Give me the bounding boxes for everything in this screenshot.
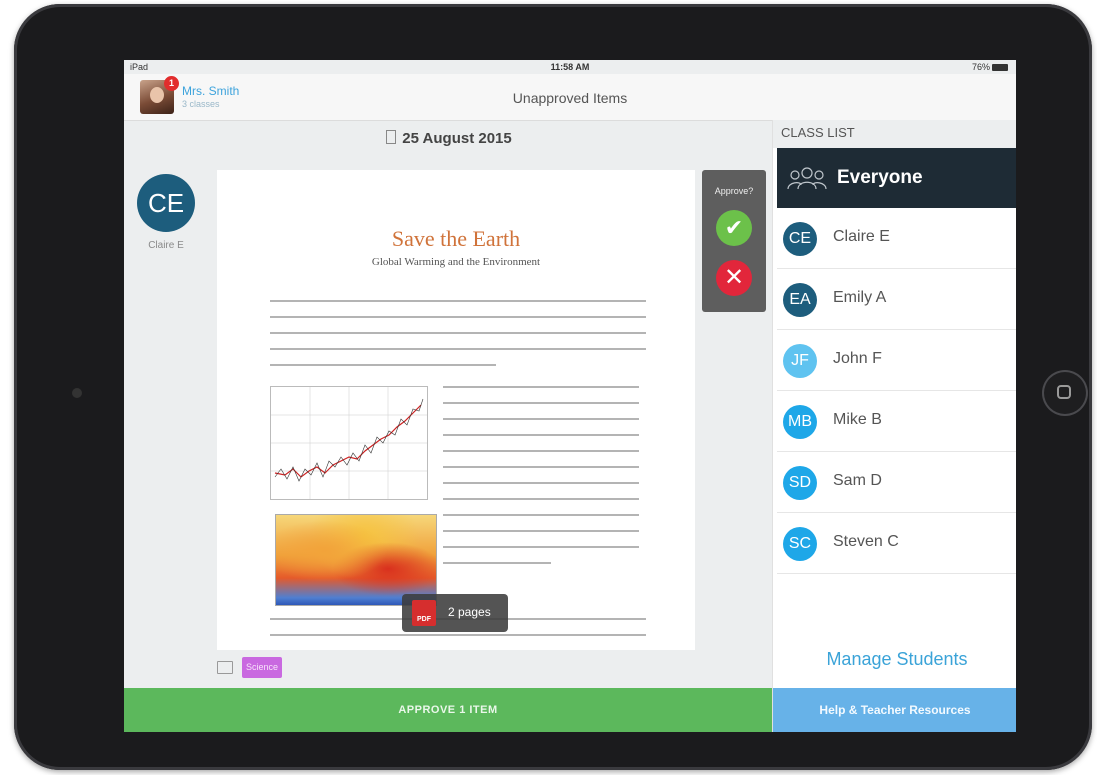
home-icon — [1057, 385, 1071, 399]
battery-status: 76% — [972, 62, 1008, 72]
student-list: CE Claire E EA Emily A JF John F MB Mike B SD Sam… — [777, 208, 1016, 574]
battery-percent: 76% — [971, 62, 990, 72]
battery-icon — [992, 64, 1008, 72]
student-row-name: John F — [833, 350, 882, 367]
student-row-name: Emily A — [833, 289, 887, 306]
sidebar-item-everyone[interactable]: Everyone — [777, 148, 1016, 208]
student-avatar-initials: JF — [783, 344, 817, 378]
approve-button[interactable]: ✔ — [716, 210, 752, 246]
approve-label: Approve? — [714, 186, 754, 196]
student-avatar-initials: SC — [783, 527, 817, 561]
student-name: Claire E — [148, 240, 184, 251]
document-subtitle: Global Warming and the Environment — [371, 256, 541, 268]
calendar-icon — [386, 130, 397, 144]
home-button[interactable] — [1042, 370, 1088, 416]
student-row[interactable]: JF John F — [777, 330, 1016, 391]
student-row-name: Sam D — [833, 472, 882, 489]
group-icon — [787, 167, 827, 190]
document-column-text — [443, 386, 639, 578]
student-row[interactable]: SD Sam D — [777, 452, 1016, 513]
student-avatar-initials: EA — [783, 283, 817, 317]
heat-map-image — [275, 514, 437, 606]
student-row[interactable]: CE Claire E — [777, 208, 1016, 269]
page-title: Unapproved Items — [512, 90, 628, 106]
reject-button[interactable]: ✕ — [716, 260, 752, 296]
approve-panel: Approve? ✔ ✕ — [702, 170, 766, 312]
student-avatar-initials: MB — [783, 405, 817, 439]
student-row[interactable]: MB Mike B — [777, 391, 1016, 452]
chart-graphic — [271, 387, 427, 499]
nav-bar: 1 Mrs. Smith 3 classes Unapproved Items — [124, 74, 1016, 121]
pages-badge[interactable]: PDF 2 pages — [402, 594, 508, 632]
document-title: Save the Earth — [391, 226, 521, 251]
pages-count: 2 pages — [448, 605, 491, 619]
close-icon: ✕ — [723, 264, 745, 291]
student-avatar-initials: CE — [783, 222, 817, 256]
class-list-title: CLASS LIST — [773, 120, 1016, 148]
notification-badge[interactable]: 1 — [164, 76, 179, 91]
temperature-chart-image — [270, 386, 428, 500]
manage-students-button[interactable]: Manage Students — [777, 630, 1016, 689]
camera — [72, 388, 82, 398]
status-bar: iPad 11:58 AM 76% — [124, 60, 1016, 74]
student-avatar: CE — [137, 174, 195, 232]
app-screen: iPad 11:58 AM 76% 1 Mrs. Smith 3 classes… — [124, 60, 1016, 732]
check-icon: ✔ — [724, 215, 744, 240]
student-row-name: Claire E — [833, 228, 890, 245]
document-preview[interactable]: Save the Earth Global Warming and the En… — [217, 170, 695, 650]
subject-tag[interactable]: Science — [242, 657, 283, 678]
student-row[interactable]: EA Emily A — [777, 269, 1016, 330]
help-resources-button[interactable]: Help & Teacher Resources — [773, 688, 1016, 732]
folder-icon[interactable] — [217, 661, 233, 674]
class-list-sidebar: CLASS LIST Everyone CE Claire E EA Emily A J… — [772, 120, 1016, 732]
student-row-name: Mike B — [833, 411, 882, 428]
clock: 11:58 AM — [550, 62, 590, 72]
student-row[interactable]: SC Steven C — [777, 513, 1016, 574]
student-avatar-initials: SD — [783, 466, 817, 500]
date-text: 25 August 2015 — [402, 130, 512, 147]
approve-all-button[interactable]: APPROVE 1 ITEM — [124, 688, 772, 732]
item-date: 25 August 2015 — [124, 130, 774, 147]
everyone-label: Everyone — [837, 167, 923, 188]
student-row-name: Steven C — [833, 533, 899, 550]
ipad-device: iPad 11:58 AM 76% 1 Mrs. Smith 3 classes… — [14, 4, 1092, 770]
document-paragraph — [270, 300, 646, 380]
pdf-icon: PDF — [412, 600, 436, 626]
